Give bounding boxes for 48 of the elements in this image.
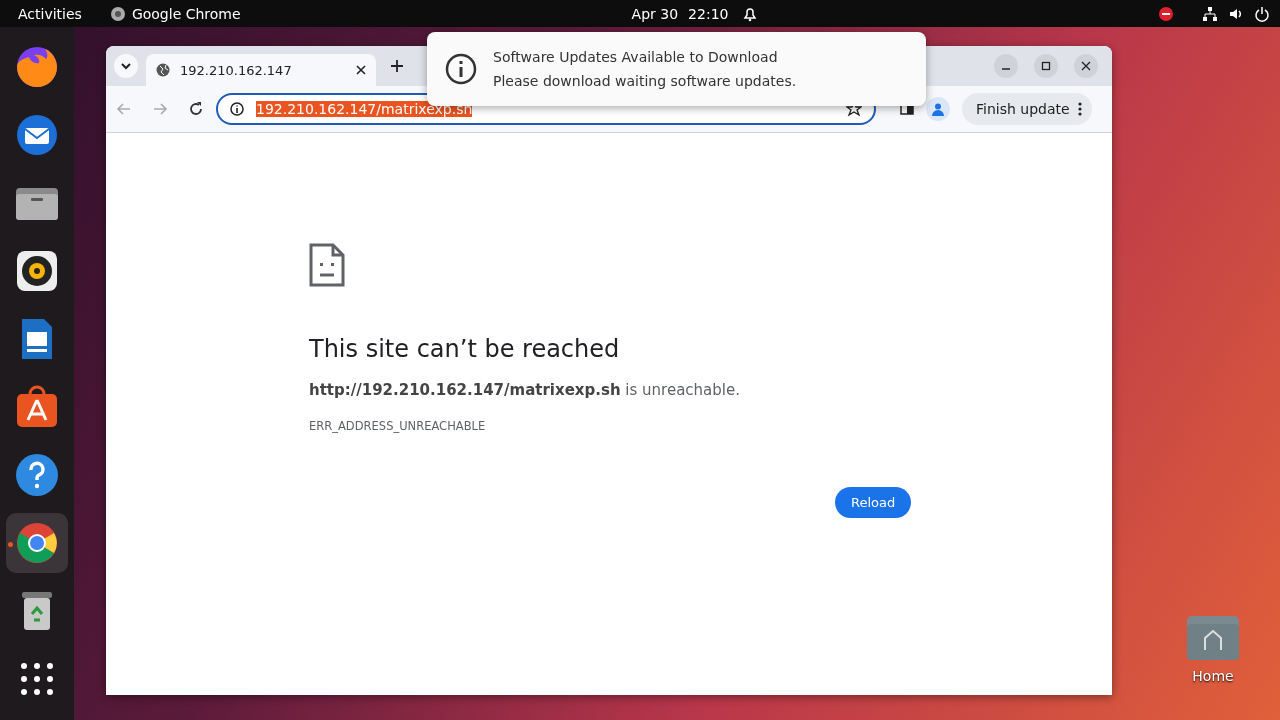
running-indicator [8, 542, 13, 547]
sad-page-icon [309, 243, 345, 287]
close-icon [1081, 61, 1091, 71]
bell-icon [742, 5, 759, 22]
tab-title: 192.210.162.147 [180, 62, 293, 78]
chrome-icon [109, 5, 126, 22]
new-tab-icon[interactable] [390, 59, 404, 73]
network-icon[interactable] [1202, 5, 1219, 22]
notification-body: Please download waiting software updates. [493, 72, 797, 91]
globe-icon [156, 63, 170, 77]
clock-time[interactable]: 22:10 [688, 5, 729, 22]
notification-title: Software Updates Available to Download [493, 48, 779, 67]
error-message: http://192.210.162.147/matrixexp.sh is unreachable. [309, 381, 741, 399]
chevron-down-icon [121, 61, 131, 71]
maximize-button[interactable] [1034, 54, 1058, 78]
speaker-icon [14, 248, 60, 294]
folder-label[interactable]: Home [1192, 668, 1234, 684]
reload-icon[interactable] [188, 101, 204, 117]
browser-tab[interactable]: 192.210.162.147 [146, 54, 376, 86]
person-icon [931, 102, 945, 116]
info-icon [230, 102, 244, 116]
info-icon [445, 53, 477, 85]
minimize-button[interactable] [994, 54, 1018, 78]
firefox-icon [14, 44, 60, 90]
folder-icon[interactable] [1185, 614, 1241, 662]
close-icon[interactable] [356, 65, 366, 75]
notification-banner[interactable]: Software Updates Available to Download Please download waiting software updates. [427, 32, 926, 106]
dock-item[interactable] [6, 513, 68, 573]
close-button[interactable] [1074, 54, 1098, 78]
chrome-icon [14, 520, 60, 566]
power-icon[interactable] [1254, 5, 1271, 22]
app-menu[interactable]: Google Chrome [131, 5, 241, 22]
finish-update-button[interactable]: Finish update [962, 93, 1092, 125]
shopping-bag-icon [14, 384, 60, 430]
activities-button[interactable]: Activities [18, 5, 82, 22]
more-icon [1077, 102, 1082, 116]
do-not-disturb-icon[interactable] [1158, 5, 1175, 22]
profile-button[interactable] [926, 97, 950, 121]
minimize-icon [1001, 68, 1011, 70]
reload-button[interactable]: Reload [835, 487, 912, 518]
error-code: ERR_ADDRESS_UNREACHABLE [309, 419, 487, 433]
tab-search-button[interactable] [114, 54, 138, 78]
mail-icon [14, 112, 60, 158]
url-text: 192.210.162.147/matrixexp.sh [256, 101, 473, 117]
clock-date[interactable]: Apr 30 [631, 5, 679, 22]
error-title: This site can’t be reached [309, 335, 621, 363]
help-icon [14, 452, 60, 498]
maximize-icon [1041, 61, 1051, 71]
